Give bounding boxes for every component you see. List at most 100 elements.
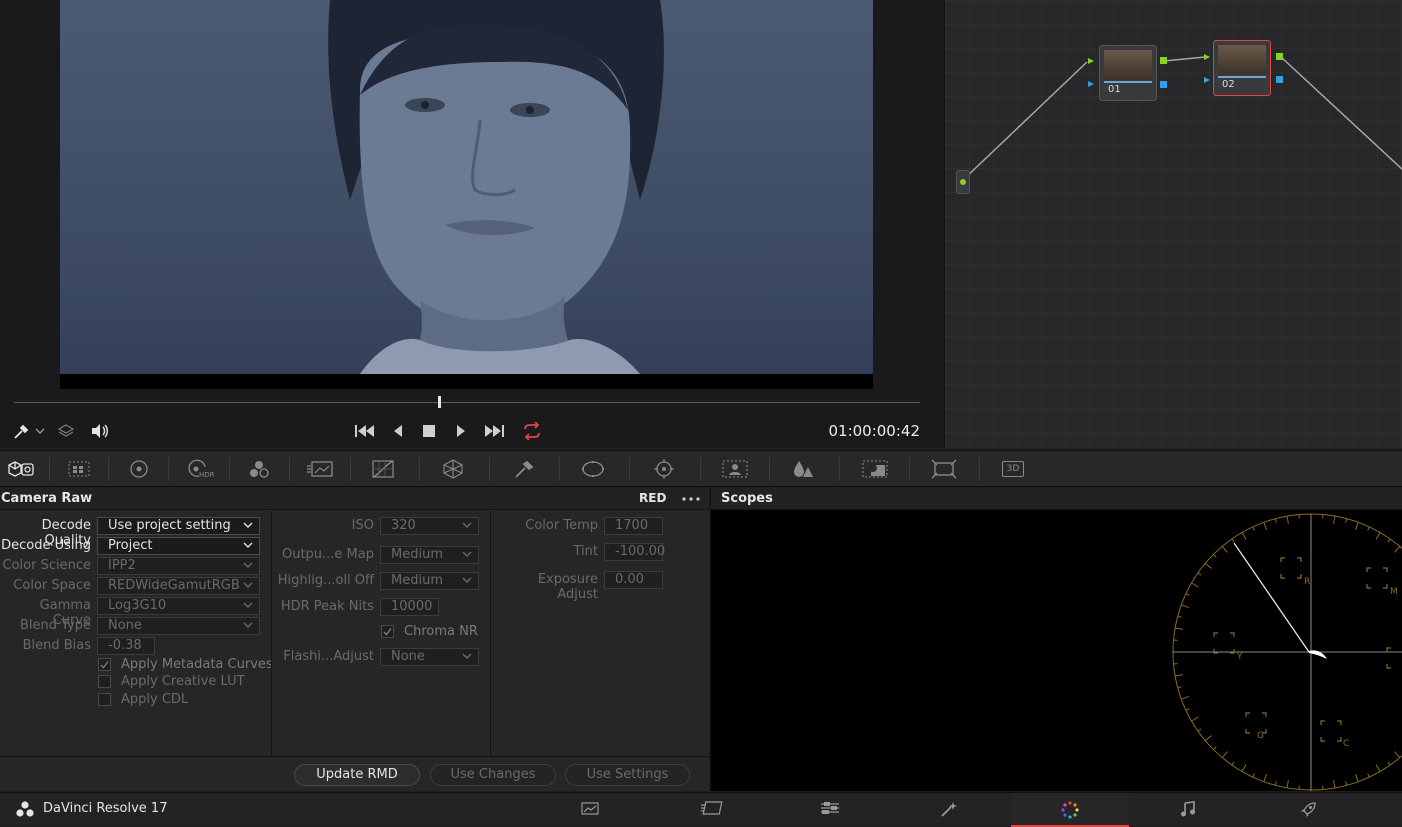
- flashing-adjust-label: Flashi...Adjust: [274, 649, 374, 664]
- rgb-mixer-icon[interactable]: [247, 459, 271, 479]
- use-changes-button[interactable]: Use Changes: [430, 764, 556, 786]
- node-01[interactable]: 01: [1099, 45, 1157, 101]
- separator: [49, 457, 50, 481]
- color-match-icon[interactable]: [67, 459, 91, 479]
- output-map-dropdown[interactable]: Medium: [380, 546, 479, 564]
- davinci-logo-icon: [16, 801, 34, 817]
- graticule-tick: [1198, 573, 1201, 575]
- step-back-icon[interactable]: [392, 423, 404, 439]
- iso-dropdown[interactable]: 320: [380, 517, 479, 535]
- graticule-tick: [1175, 628, 1183, 629]
- flashing-adjust-dropdown[interactable]: None: [380, 648, 479, 666]
- update-rmd-button[interactable]: Update RMD: [294, 764, 420, 786]
- use-settings-button[interactable]: Use Settings: [565, 764, 690, 786]
- gamma-curve-dropdown[interactable]: Log3G10: [97, 597, 260, 615]
- color-science-dropdown[interactable]: IPP2: [97, 557, 260, 575]
- graticule-tick: [1334, 780, 1335, 788]
- separator: [629, 457, 630, 481]
- exposure-adjust-field[interactable]: 0.00: [604, 571, 663, 589]
- window-icon[interactable]: [581, 459, 605, 479]
- graticule-tick: [1181, 605, 1189, 608]
- more-options-icon[interactable]: [682, 497, 700, 501]
- qualifier-icon[interactable]: [513, 459, 537, 479]
- apply-metadata-curves-checkbox[interactable]: [98, 658, 111, 671]
- graticule-tick: [1213, 747, 1216, 750]
- color-temp-field[interactable]: 1700: [604, 517, 663, 535]
- graticule-tick: [1253, 527, 1255, 531]
- sizing-icon[interactable]: [931, 459, 955, 479]
- node-01-rgb-output[interactable]: [1160, 57, 1167, 64]
- edit-page-tab[interactable]: [770, 793, 888, 827]
- deliver-page-tab[interactable]: [1249, 793, 1367, 827]
- fusion-page-tab[interactable]: [890, 793, 1008, 827]
- node-02-rgb-output[interactable]: [1276, 53, 1283, 60]
- exposure-adjust-label: Exposure Adjust: [494, 572, 598, 602]
- chevron-down-icon[interactable]: [35, 427, 45, 435]
- magic-mask-icon[interactable]: [721, 459, 749, 479]
- play-icon[interactable]: [455, 423, 467, 439]
- motion-effects-icon[interactable]: [306, 459, 334, 479]
- media-page-tab[interactable]: [531, 793, 649, 827]
- node-02-key-output[interactable]: [1276, 76, 1283, 83]
- color-warper-icon[interactable]: [441, 459, 465, 479]
- graticule-tick: [1355, 522, 1358, 530]
- scrubber-track[interactable]: [14, 402, 920, 403]
- color-space-value: REDWideGamutRGB: [108, 578, 240, 593]
- cut-page-tab[interactable]: [650, 793, 768, 827]
- highlight-rolloff-dropdown[interactable]: Medium: [380, 572, 479, 590]
- key-icon[interactable]: [861, 459, 889, 479]
- go-to-end-icon[interactable]: [483, 423, 505, 439]
- chevron-down-icon: [462, 576, 472, 584]
- graticule-tick: [1264, 522, 1267, 530]
- tint-field[interactable]: -100.00: [604, 543, 663, 561]
- graticule-tick: [1368, 773, 1370, 777]
- node-01-key-input[interactable]: [1087, 80, 1095, 88]
- node-graph[interactable]: 01 02: [944, 0, 1402, 448]
- checkmark-icon: [382, 626, 393, 637]
- node-01-rgb-input[interactable]: [1087, 57, 1095, 65]
- apply-creative-lut-checkbox[interactable]: [98, 675, 111, 688]
- raw-type-selector[interactable]: RED: [639, 491, 666, 505]
- color-wheels-icon[interactable]: [127, 459, 151, 479]
- camera-raw-icon[interactable]: [7, 459, 31, 479]
- decode-quality-dropdown[interactable]: Use project setting: [97, 517, 260, 535]
- separator: [979, 457, 980, 481]
- source-input-node[interactable]: [956, 170, 970, 194]
- hdr-icon[interactable]: HDR: [185, 459, 215, 479]
- blend-type-dropdown[interactable]: None: [97, 617, 260, 635]
- blend-bias-field[interactable]: -0.38: [97, 637, 155, 655]
- apply-cdl-checkbox[interactable]: [98, 693, 111, 706]
- volume-icon[interactable]: [90, 423, 110, 439]
- iso-label: ISO: [274, 518, 374, 533]
- chroma-nr-checkbox[interactable]: [381, 625, 394, 638]
- picker-icon[interactable]: [12, 423, 30, 441]
- node-thumbnail: [1218, 45, 1266, 75]
- color-page-tab[interactable]: [1011, 793, 1129, 827]
- graticule-tick: [1355, 774, 1358, 782]
- viewer-image[interactable]: [60, 0, 873, 374]
- graticule-tick: [1186, 594, 1190, 596]
- color-space-label: Color Space: [0, 578, 91, 593]
- color-space-dropdown[interactable]: REDWideGamutRGB: [97, 577, 260, 595]
- loop-icon[interactable]: [521, 422, 543, 440]
- node-02[interactable]: 02: [1213, 40, 1271, 96]
- node-02-rgb-input[interactable]: [1203, 53, 1211, 61]
- stop-icon[interactable]: [422, 424, 436, 438]
- graticule-tick: [1242, 765, 1246, 772]
- curves-icon[interactable]: [371, 459, 395, 479]
- hdr-peak-nits-field[interactable]: 10000: [380, 598, 439, 616]
- target-y-label: Y: [1236, 652, 1243, 662]
- layers-icon[interactable]: [57, 423, 75, 439]
- graticule-tick: [1191, 717, 1198, 721]
- node-01-key-output[interactable]: [1160, 81, 1167, 88]
- playhead[interactable]: [438, 396, 441, 408]
- go-to-start-icon[interactable]: [354, 423, 376, 439]
- fairlight-page-tab[interactable]: [1130, 793, 1248, 827]
- node-bar: [1218, 76, 1266, 78]
- 3d-icon[interactable]: 3D: [1002, 459, 1026, 479]
- node-02-key-input[interactable]: [1203, 76, 1211, 84]
- blur-icon[interactable]: [791, 459, 815, 479]
- graticule-tick: [1334, 516, 1335, 524]
- decode-using-dropdown[interactable]: Project: [97, 537, 260, 555]
- tracker-icon[interactable]: [652, 459, 676, 479]
